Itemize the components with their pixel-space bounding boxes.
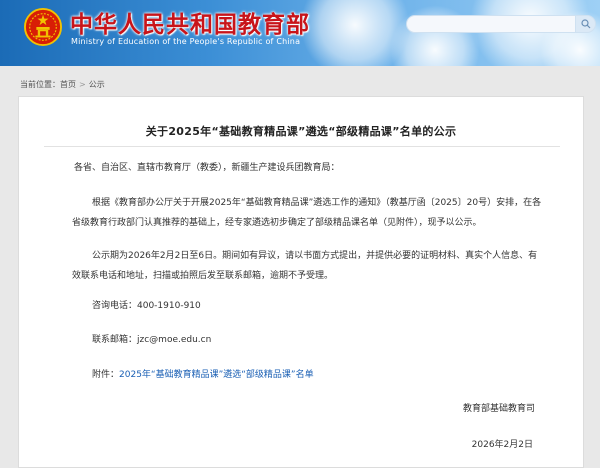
paragraph-text: 公示期为2026年2月2日至6日。期间如有异议，请以书面方式提出，并提供必要的证… [72, 251, 538, 281]
contact-phone: 咨询电话：400-1910-910 [92, 301, 201, 311]
site-title[interactable]: 中华人民共和国教育部 [70, 5, 310, 39]
breadcrumb-separator: > [79, 80, 86, 89]
article-title: 关于2025年“基础教育精品课”遴选“部级精品课”名单的公示 [145, 125, 457, 138]
title-divider [44, 146, 560, 147]
signature-organization: 教育部基础教育司 [462, 404, 535, 414]
attachment-link[interactable]: 2025年“基础教育精品课”遴选“部级精品课”名单 [119, 370, 314, 380]
article-paragraph: 公示期为2026年2月2日至6日。期间如有异议，请以书面方式提出，并提供必要的证… [72, 246, 542, 286]
paragraph-text: 根据《教育部办公厅关于开展2025年“基础教育精品课”遴选工作的通知》（教基厅函… [72, 198, 542, 228]
search-button[interactable] [576, 15, 596, 33]
site-header: 中华人民共和国教育部 Ministry of Education of the … [0, 0, 600, 66]
search-input[interactable] [406, 15, 576, 33]
breadcrumb-home-link[interactable]: 首页 [60, 80, 76, 89]
breadcrumb: 当前位置：首页 > 公示 [20, 79, 105, 90]
contact-email: 联系邮箱：jzc@moe.edu.cn [92, 335, 212, 345]
attachment-line: 附件：2025年“基础教育精品课”遴选“部级精品课”名单 [92, 365, 314, 385]
attachment-label: 附件： [92, 370, 120, 380]
article-panel: 关于2025年“基础教育精品课”遴选“部级精品课”名单的公示 各省、自治区、直辖… [18, 96, 584, 468]
signature-date: 2026年2月2日 [471, 440, 533, 450]
breadcrumb-current-link[interactable]: 公示 [89, 80, 105, 89]
article-paragraph: 根据《教育部办公厅关于开展2025年“基础教育精品课”遴选工作的通知》（教基厅函… [72, 193, 542, 233]
article-salutation: 各省、自治区、直辖市教育厅（教委），新疆生产建设兵团教育局： [74, 163, 340, 173]
site-subtitle: Ministry of Education of the People's Re… [71, 37, 301, 46]
national-emblem-icon[interactable] [24, 8, 62, 46]
breadcrumb-prefix: 当前位置： [20, 80, 60, 89]
search-icon [580, 18, 590, 28]
